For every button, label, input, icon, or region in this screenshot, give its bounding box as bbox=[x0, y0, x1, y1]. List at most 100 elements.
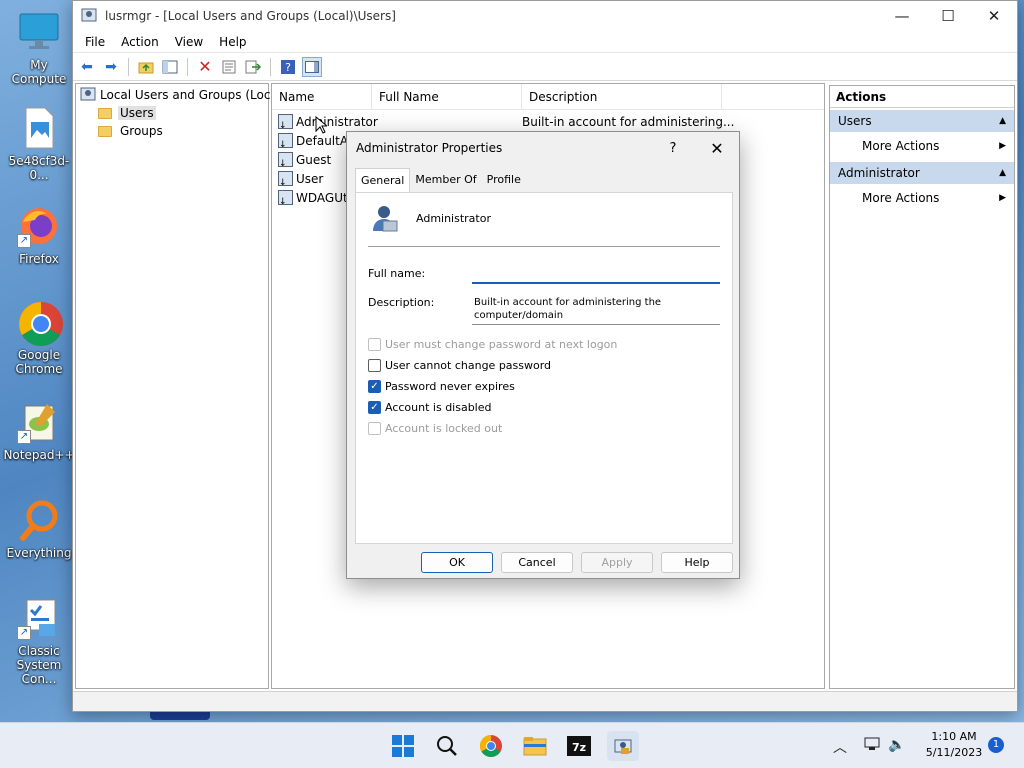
volume-icon[interactable]: 🔈 bbox=[888, 737, 905, 753]
checkbox-cannot-change-password[interactable]: User cannot change password bbox=[368, 357, 551, 373]
notification-badge[interactable]: 1 bbox=[988, 737, 1004, 753]
divider bbox=[368, 246, 720, 247]
checkbox-must-change-password[interactable]: User must change password at next logon bbox=[368, 336, 617, 352]
checkbox-label: User cannot change password bbox=[385, 358, 552, 372]
shortcut-arrow-icon: ↗ bbox=[17, 430, 31, 444]
desktop-icon-label: 5e48cf3d-0... bbox=[8, 154, 70, 182]
checkbox-account-locked-out[interactable]: Account is locked out bbox=[368, 420, 502, 436]
desktop-icon-classic-control[interactable]: ↗ Classic System Con... bbox=[2, 596, 76, 686]
column-header-full-name[interactable]: Full Name bbox=[372, 83, 522, 110]
forward-arrow-icon[interactable]: ➡ bbox=[101, 57, 121, 77]
toolbar-separator bbox=[187, 57, 188, 76]
dialog-tabs: General Member Of Profile bbox=[355, 168, 526, 192]
actions-pane: Actions Users More Actions Administrator… bbox=[829, 85, 1015, 689]
close-button[interactable]: ✕ bbox=[971, 1, 1017, 31]
desktop-icon-label: Firefox bbox=[19, 252, 59, 266]
more-actions-administrator[interactable]: More Actions bbox=[830, 184, 1014, 212]
table-row[interactable]: Administrator Built-in account for admin… bbox=[272, 112, 824, 131]
chevron-up-icon[interactable]: ︿ bbox=[833, 737, 847, 757]
firefox-icon: ↗ bbox=[17, 204, 61, 248]
toolbar-separator bbox=[128, 57, 129, 76]
checkbox-label: Account is disabled bbox=[385, 400, 492, 414]
tab-general[interactable]: General bbox=[355, 168, 411, 192]
help-icon[interactable]: ? bbox=[278, 57, 298, 77]
maximize-button[interactable]: ☐ bbox=[925, 1, 971, 31]
user-icon bbox=[278, 171, 293, 188]
description-input[interactable]: Built-in account for administering the c… bbox=[472, 293, 720, 325]
desktop-icon-everything[interactable]: Everything bbox=[2, 498, 76, 560]
tree-root[interactable]: Local Users and Groups (Local) bbox=[76, 86, 286, 104]
folder-icon bbox=[98, 107, 112, 119]
user-name: Administrator bbox=[296, 114, 378, 129]
lusrmgr-icon bbox=[81, 7, 97, 26]
checkbox-password-never-expires[interactable]: ✓ Password never expires bbox=[368, 378, 515, 394]
delete-icon[interactable]: ✕ bbox=[195, 57, 215, 77]
more-actions-users[interactable]: More Actions bbox=[830, 132, 1014, 160]
desktop-icon-notepadpp[interactable]: ↗ Notepad++ bbox=[2, 400, 76, 462]
toolbar: ⬅ ➡ ✕ ? bbox=[73, 53, 1017, 81]
up-folder-icon[interactable] bbox=[136, 57, 156, 77]
menu-action[interactable]: Action bbox=[113, 35, 167, 49]
network-icon[interactable] bbox=[864, 737, 880, 755]
desktop-icon-image-file[interactable]: 5e48cf3d-0... bbox=[2, 106, 76, 182]
actions-section-users[interactable]: Users bbox=[830, 110, 1014, 132]
desktop-icon-firefox[interactable]: ↗ Firefox bbox=[2, 204, 76, 266]
desktop-icon-chrome[interactable]: Google Chrome bbox=[2, 300, 76, 376]
cancel-button[interactable]: Cancel bbox=[501, 552, 573, 573]
checkbox-box[interactable] bbox=[368, 358, 381, 372]
dialog-help-button[interactable]: ? bbox=[651, 141, 695, 156]
help-button[interactable]: Help bbox=[661, 552, 733, 573]
lusrmgr-icon[interactable] bbox=[607, 731, 639, 761]
desktop-icon-my-computer[interactable]: My Compute bbox=[2, 10, 76, 86]
actions-section-administrator[interactable]: Administrator bbox=[830, 162, 1014, 184]
search-icon[interactable] bbox=[431, 731, 463, 761]
column-header-name[interactable]: Name bbox=[272, 83, 372, 110]
checkmark-icon[interactable]: ✓ bbox=[368, 400, 381, 414]
checkmark-icon[interactable]: ✓ bbox=[368, 379, 381, 393]
user-icon bbox=[278, 114, 293, 131]
checkbox-box[interactable] bbox=[368, 421, 381, 435]
general-tab-page: Administrator Full name: Description: Bu… bbox=[355, 192, 733, 544]
back-arrow-icon[interactable]: ⬅ bbox=[77, 57, 97, 77]
menu-file[interactable]: File bbox=[77, 35, 113, 49]
dialog-titlebar[interactable]: Administrator Properties ? ✕ bbox=[347, 132, 739, 164]
window-title: lusrmgr - [Local Users and Groups (Local… bbox=[105, 9, 396, 23]
tab-member-of[interactable]: Member Of bbox=[410, 168, 481, 192]
svg-text:?: ? bbox=[285, 61, 291, 74]
image-file-icon bbox=[17, 106, 61, 150]
administrator-properties-dialog: Administrator Properties ? ✕ General Mem… bbox=[346, 131, 740, 579]
7zip-icon[interactable]: 7z bbox=[563, 731, 595, 761]
chrome-icon[interactable] bbox=[475, 731, 507, 761]
tree-item-label: Users bbox=[118, 106, 156, 120]
window-titlebar[interactable]: lusrmgr - [Local Users and Groups (Local… bbox=[73, 1, 1017, 31]
user-icon bbox=[278, 152, 293, 169]
tree-item-groups[interactable]: Groups bbox=[76, 122, 268, 140]
folder-icon bbox=[98, 125, 112, 137]
file-explorer-icon[interactable] bbox=[519, 731, 551, 761]
console-tree: Local Users and Groups (Local) Users Gro… bbox=[75, 83, 286, 689]
column-header-description[interactable]: Description bbox=[522, 83, 722, 110]
menu-view[interactable]: View bbox=[167, 35, 211, 49]
user-name: User bbox=[296, 171, 324, 186]
show-action-pane-icon[interactable] bbox=[302, 56, 322, 77]
taskbar-clock[interactable]: 1:10 AM 5/11/2023 bbox=[916, 729, 992, 761]
checkbox-account-disabled[interactable]: ✓ Account is disabled bbox=[368, 399, 492, 415]
show-hide-tree-icon[interactable] bbox=[160, 57, 180, 77]
notepadpp-icon: ↗ bbox=[17, 400, 61, 444]
properties-icon[interactable] bbox=[219, 57, 239, 77]
tree-item-users[interactable]: Users bbox=[76, 104, 268, 122]
user-name: WDAGUti bbox=[296, 190, 352, 205]
dialog-close-button[interactable]: ✕ bbox=[695, 139, 739, 158]
full-name-input[interactable] bbox=[472, 264, 720, 284]
apply-button[interactable]: Apply bbox=[581, 552, 653, 573]
minimize-button[interactable]: — bbox=[879, 1, 925, 31]
tab-profile[interactable]: Profile bbox=[482, 168, 526, 192]
windows-start-icon[interactable] bbox=[387, 731, 419, 761]
export-list-icon[interactable] bbox=[243, 57, 263, 77]
mouse-cursor-icon bbox=[315, 115, 329, 137]
checkbox-box[interactable] bbox=[368, 337, 381, 351]
tree-item-label: Groups bbox=[120, 124, 163, 138]
menu-help[interactable]: Help bbox=[211, 35, 254, 49]
ok-button[interactable]: OK bbox=[421, 552, 493, 573]
menu-bar: File Action View Help bbox=[73, 31, 1017, 53]
